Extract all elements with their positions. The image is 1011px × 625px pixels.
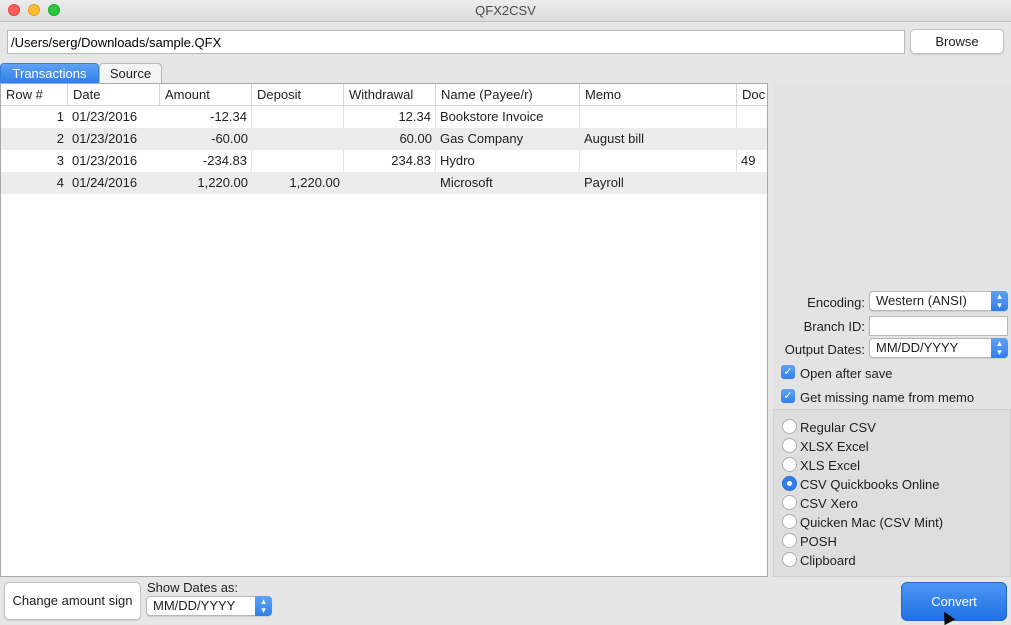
column-header-memo[interactable]: Memo [580, 84, 737, 106]
browse-button[interactable]: Browse [910, 29, 1004, 54]
radio-csv-quickbooks-online[interactable] [782, 476, 797, 491]
cell-date: 01/24/2016 [72, 175, 138, 190]
tab-transactions[interactable]: Transactions [0, 63, 99, 83]
cell-deposit: 1,220.00 [289, 175, 340, 190]
chevron-up-down-icon: ▴ ▾ [991, 338, 1008, 358]
radio-label-posh: POSH [800, 534, 837, 549]
cell-doc: 49 [741, 153, 756, 168]
column-header-date[interactable]: Date [68, 84, 160, 106]
encoding-select[interactable]: Western (ANSI) ▴ ▾ [869, 291, 1008, 311]
column-header-doc[interactable]: Doc [737, 84, 767, 106]
cell-withdrawal [344, 172, 436, 194]
cell-amount: -234.83 [160, 150, 252, 172]
cell-row-number: 3 [56, 153, 64, 168]
cell-amount: -60.00 [211, 131, 248, 146]
table-row[interactable]: 1 01/23/2016 -12.34 12.34 Bookstore Invo… [1, 106, 767, 128]
chevron-up-down-icon: ▴ ▾ [255, 596, 272, 616]
show-dates-select[interactable]: MM/DD/YYYY ▴ ▾ [146, 596, 272, 616]
cell-deposit [252, 150, 344, 172]
output-dates-select[interactable]: MM/DD/YYYY ▴ ▾ [869, 338, 1008, 358]
radio-label-xlsx-excel: XLSX Excel [800, 439, 869, 454]
cell-name: Bookstore Invoice [436, 106, 580, 128]
change-amount-sign-button[interactable]: Change amount sign [4, 582, 141, 620]
settings-panel [773, 83, 1011, 409]
radio-label-csv-quickbooks-online: CSV Quickbooks Online [800, 477, 940, 492]
radio-csv-xero[interactable] [782, 495, 797, 510]
cell-row-number: 1 [56, 109, 64, 124]
cell-amount: -12.34 [160, 106, 252, 128]
output-dates-value: MM/DD/YYYY [876, 340, 959, 355]
table-row[interactable]: 4 01/24/2016 1,220.00 1,220.00 Microsoft… [1, 172, 767, 194]
table-row[interactable]: 2 01/23/2016 -60.00 60.00 Gas Company Au… [1, 128, 767, 150]
cell-name: Hydro [436, 150, 580, 172]
missing-name-label: Get missing name from memo [800, 390, 975, 405]
cell-memo: Payroll [584, 175, 624, 190]
cell-doc [737, 128, 767, 150]
open-after-save-checkbox[interactable]: ✓ [781, 365, 795, 379]
branch-id-label: Branch ID: [803, 319, 865, 334]
branch-id-input[interactable] [869, 316, 1008, 336]
missing-name-checkbox[interactable]: ✓ [781, 389, 795, 403]
radio-xls-excel[interactable] [782, 457, 797, 472]
cell-memo [580, 150, 737, 172]
cell-date: 01/23/2016 [72, 153, 138, 168]
table-header: Row # Date Amount Deposit Withdrawal Nam… [1, 84, 767, 106]
column-header-withdrawal[interactable]: Withdrawal [344, 84, 436, 106]
cell-withdrawal: 60.00 [399, 131, 432, 146]
show-dates-value: MM/DD/YYYY [153, 598, 236, 613]
cell-amount: 1,220.00 [197, 175, 248, 190]
radio-regular-csv[interactable] [782, 419, 797, 434]
radio-label-csv-xero: CSV Xero [800, 496, 858, 511]
cell-withdrawal: 234.83 [344, 150, 436, 172]
radio-label-quicken-mac: Quicken Mac (CSV Mint) [800, 515, 944, 530]
show-dates-label: Show Dates as: [147, 580, 239, 595]
radio-posh[interactable] [782, 533, 797, 548]
cell-name: Microsoft [440, 175, 493, 190]
cell-row-number: 2 [56, 131, 64, 146]
transactions-table: Row # Date Amount Deposit Withdrawal Nam… [0, 83, 768, 577]
chevron-up-down-icon: ▴ ▾ [991, 291, 1008, 311]
cell-doc [737, 106, 767, 128]
radio-quicken-mac[interactable] [782, 514, 797, 529]
cell-memo [580, 106, 737, 128]
cell-row-number: 4 [56, 175, 64, 190]
cell-deposit [252, 128, 344, 150]
window-title: QFX2CSV [475, 3, 536, 18]
open-after-save-label: Open after save [800, 366, 893, 381]
cell-name: Gas Company [440, 131, 524, 146]
column-header-amount[interactable]: Amount [160, 84, 252, 106]
radio-label-clipboard: Clipboard [800, 553, 856, 568]
encoding-label: Encoding: [807, 295, 865, 310]
output-dates-label: Output Dates: [784, 342, 865, 357]
convert-button[interactable]: Convert [901, 582, 1007, 621]
radio-xlsx-excel[interactable] [782, 438, 797, 453]
tab-source[interactable]: Source [99, 63, 162, 83]
radio-label-regular-csv: Regular CSV [800, 420, 876, 435]
cell-memo: August bill [584, 131, 644, 146]
cell-doc [737, 172, 767, 194]
radio-clipboard[interactable] [782, 552, 797, 567]
table-row[interactable]: 3 01/23/2016 -234.83 234.83 Hydro 49 [1, 150, 767, 172]
column-header-row[interactable]: Row # [1, 84, 68, 106]
title-bar: QFX2CSV [0, 0, 1011, 22]
file-path-input[interactable] [7, 30, 905, 54]
cell-deposit [252, 106, 344, 128]
radio-label-xls-excel: XLS Excel [800, 458, 860, 473]
encoding-value: Western (ANSI) [876, 293, 967, 308]
cell-date: 01/23/2016 [72, 109, 138, 124]
column-header-name[interactable]: Name (Payee/r) [436, 84, 580, 106]
cell-withdrawal: 12.34 [344, 106, 436, 128]
cell-date: 01/23/2016 [72, 131, 138, 146]
column-header-deposit[interactable]: Deposit [252, 84, 344, 106]
